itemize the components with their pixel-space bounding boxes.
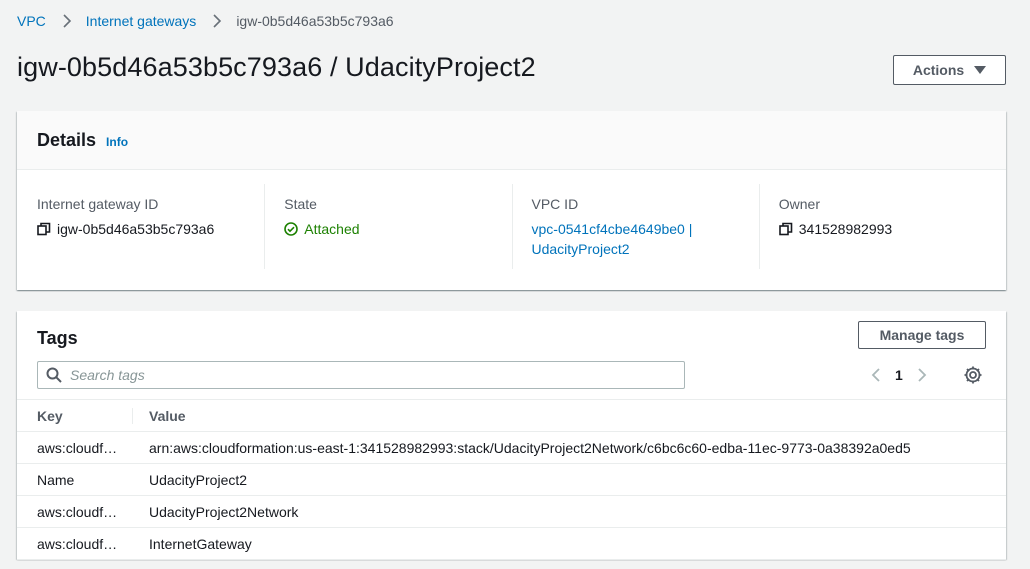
vpc-id-label: VPC ID xyxy=(531,196,579,212)
search-tags-box[interactable] xyxy=(37,361,685,389)
copy-icon[interactable] xyxy=(37,222,51,236)
caret-down-icon xyxy=(974,66,987,74)
copy-icon[interactable] xyxy=(778,222,793,236)
table-header-row: Key Value xyxy=(17,399,1006,432)
table-row: aws:cloudf… InternetGateway xyxy=(17,527,1006,560)
breadcrumb-current: igw-0b5d46a53b5c793a6 xyxy=(236,13,394,29)
search-icon xyxy=(46,367,62,383)
details-panel: Details Info Internet gateway ID igw-0b5… xyxy=(17,111,1006,290)
tag-value: UdacityProject2Network xyxy=(133,495,1006,528)
table-row: aws:cloudf… arn:aws:cloudformation:us-ea… xyxy=(17,431,1006,464)
chevron-right-icon[interactable] xyxy=(917,367,927,383)
breadcrumb-vpc-link[interactable]: VPC xyxy=(17,13,46,29)
tags-table: Key Value aws:cloudf… arn:aws:cloudforma… xyxy=(17,399,1006,560)
details-header: Details Info xyxy=(17,111,1006,170)
tag-key: aws:cloudf… xyxy=(17,495,133,528)
table-row: aws:cloudf… UdacityProject2Network xyxy=(17,495,1006,528)
tag-value: arn:aws:cloudformation:us-east-1:3415289… xyxy=(133,431,1006,464)
actions-button[interactable]: Actions xyxy=(893,55,1006,85)
gateway-id-label: Internet gateway ID xyxy=(37,196,159,212)
owner-field: Owner 341528982993 xyxy=(758,184,1006,269)
gateway-id-value-row: igw-0b5d46a53b5c793a6 xyxy=(37,219,264,239)
column-header-key[interactable]: Key xyxy=(17,399,133,432)
owner-value-row: 341528982993 xyxy=(778,219,1006,239)
state-label: State xyxy=(284,196,317,212)
tag-key: aws:cloudf… xyxy=(17,431,133,464)
actions-button-label: Actions xyxy=(912,62,965,78)
tags-header: Tags Manage tags 1 xyxy=(17,311,1006,399)
tags-title: Tags xyxy=(37,328,78,348)
owner-label: Owner xyxy=(778,196,820,212)
vpc-id-link[interactable]: vpc-0541cf4cbe4649be0 | UdacityProject2 xyxy=(532,219,732,259)
state-value-row: Attached xyxy=(284,219,511,239)
owner-value: 341528982993 xyxy=(798,221,893,237)
pagination: 1 xyxy=(871,365,927,385)
search-tags-input[interactable] xyxy=(70,367,670,383)
breadcrumb-internet-gateways-link[interactable]: Internet gateways xyxy=(86,13,197,29)
tag-key: Name xyxy=(17,463,133,496)
tag-value: UdacityProject2 xyxy=(133,463,1006,496)
column-header-value[interactable]: Value xyxy=(133,399,1006,432)
gateway-id-value: igw-0b5d46a53b5c793a6 xyxy=(57,221,215,237)
gear-icon[interactable] xyxy=(963,365,983,385)
chevron-left-icon[interactable] xyxy=(871,367,881,383)
table-row: Name UdacityProject2 xyxy=(17,463,1006,496)
chevron-right-icon xyxy=(212,14,222,28)
tags-panel: Tags Manage tags 1 Key Value aws:cloudf… xyxy=(17,311,1006,560)
breadcrumb: VPC Internet gateways igw-0b5d46a53b5c79… xyxy=(17,11,394,31)
state-value: Attached xyxy=(304,221,360,237)
gateway-id-field: Internet gateway ID igw-0b5d46a53b5c793a… xyxy=(37,184,264,269)
vpc-id-field: VPC ID vpc-0541cf4cbe4649be0 | UdacityPr… xyxy=(511,184,759,269)
details-title: Details xyxy=(37,129,97,150)
page-title: igw-0b5d46a53b5c793a6 / UdacityProject2 xyxy=(17,52,536,82)
state-field: State Attached xyxy=(264,184,511,269)
info-link[interactable]: Info xyxy=(106,135,128,149)
tag-value: InternetGateway xyxy=(133,527,1006,560)
tag-key: aws:cloudf… xyxy=(17,527,133,560)
manage-tags-button[interactable]: Manage tags xyxy=(858,321,986,349)
check-circle-icon xyxy=(284,222,299,236)
chevron-right-icon xyxy=(62,14,72,28)
page-number[interactable]: 1 xyxy=(895,367,903,383)
details-grid: Internet gateway ID igw-0b5d46a53b5c793a… xyxy=(17,170,1006,269)
